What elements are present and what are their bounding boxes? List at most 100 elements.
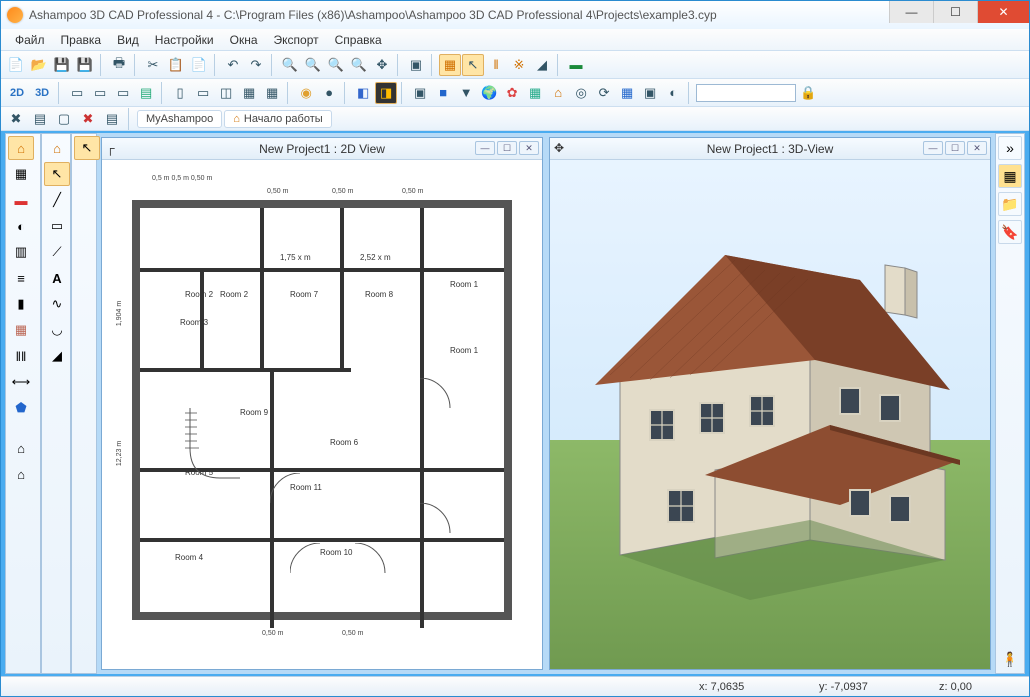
undo-icon[interactable]: ↶ [222,54,244,76]
pane-min-icon[interactable]: — [923,141,943,155]
pan-icon[interactable]: ✥ [371,54,393,76]
camera-icon[interactable]: ◎ [570,82,592,104]
earth-icon[interactable]: 🌍 [478,82,500,104]
curve-icon[interactable]: ∿ [44,292,70,316]
chart-icon[interactable]: ▦ [616,82,638,104]
dimension-icon[interactable]: ⟷ [8,370,34,394]
viewport-3d[interactable] [550,160,990,669]
cut-icon[interactable]: ✂ [142,54,164,76]
menu-settings[interactable]: Настройки [149,31,220,49]
wrench-icon[interactable]: ▤ [29,108,51,130]
view-front-icon[interactable]: ▭ [89,82,111,104]
person-icon[interactable]: 🧍 [998,647,1022,671]
brick-icon[interactable]: ▦ [8,318,34,342]
layer-combo[interactable] [696,84,796,102]
arc-icon[interactable]: ◡ [44,318,70,342]
getstarted-link[interactable]: ⌂ Начало работы [224,110,331,128]
paste-icon[interactable]: 📄 [188,54,210,76]
open-file-icon[interactable]: 📂 [28,54,50,76]
menu-file[interactable]: Файл [9,31,51,49]
expand-icon[interactable]: » [998,136,1022,160]
menu-help[interactable]: Справка [329,31,388,49]
new-file-icon[interactable]: 📄 [5,54,27,76]
menu-windows[interactable]: Окна [224,31,264,49]
pane-min-icon[interactable]: — [475,141,495,155]
polyline-icon[interactable]: ⟋ [44,240,70,264]
layer-toggle-icon[interactable]: ▣ [409,82,431,104]
layout-2h-icon[interactable]: ▭ [192,82,214,104]
folder-icon[interactable]: 📁 [998,192,1022,216]
tools-icon[interactable]: ✖ [5,108,27,130]
layout-4-icon[interactable]: ▦ [261,82,283,104]
zoom-fit-icon[interactable]: 🔍 [325,54,347,76]
home-icon[interactable]: ⌂ [547,82,569,104]
door-icon[interactable]: ◐ [8,214,34,238]
snap-icon[interactable]: ※ [508,54,530,76]
rect-icon[interactable]: ▭ [44,214,70,238]
minimize-button[interactable]: ― [889,1,933,23]
render-icon[interactable]: ◉ [295,82,317,104]
shape-icon[interactable]: ◢ [44,344,70,368]
zoom-in-icon[interactable]: 🔍 [279,54,301,76]
redo-icon[interactable]: ↷ [245,54,267,76]
print-icon[interactable]: 🖶 [108,54,130,76]
sun-icon[interactable]: ▣ [639,82,661,104]
layers-icon[interactable]: ▤ [135,82,157,104]
grid-tool-icon[interactable]: ▦ [8,162,34,186]
fullscreen-icon[interactable]: ▣ [405,54,427,76]
copy-icon[interactable]: 📋 [165,54,187,76]
fence-icon[interactable]: ▦ [524,82,546,104]
pane-max-icon[interactable]: ☐ [945,141,965,155]
viewport-2d[interactable]: 0,5 m 0,5 m 0,50 m 0,50 m 0,50 m 0,50 m … [102,160,542,669]
lock-icon[interactable]: 🔒 [797,82,819,104]
clock-icon[interactable]: ◐ [662,82,684,104]
pane-close-icon[interactable]: ✕ [967,141,987,155]
angle-icon[interactable]: ◢ [531,54,553,76]
maximize-button[interactable]: ☐ [933,1,977,23]
shield-icon[interactable]: ⬟ [8,396,34,420]
catalog-icon[interactable]: ▦ [998,164,1022,188]
close-button[interactable]: ✕ [977,1,1029,23]
sphere-icon[interactable]: ● [318,82,340,104]
column-icon[interactable]: ▮ [8,292,34,316]
layout-3-icon[interactable]: ▦ [238,82,260,104]
layout-1-icon[interactable]: ▯ [169,82,191,104]
save-as-icon[interactable]: 💾 [74,54,96,76]
layout-2v-icon[interactable]: ◫ [215,82,237,104]
stairs-icon[interactable]: ≡ [8,266,34,290]
myashampoo-link[interactable]: MyAshampoo [137,110,222,128]
delete-icon[interactable]: ✖ [77,108,99,130]
house2-icon[interactable]: ⌂ [44,136,70,160]
orbit-corner-icon[interactable]: ✥ [554,141,564,155]
zoom-out-icon[interactable]: 🔍 [302,54,324,76]
texture-icon[interactable]: ▼ [455,82,477,104]
tree-icon[interactable]: ✿ [501,82,523,104]
tag-icon[interactable]: 🔖 [998,220,1022,244]
save-icon[interactable]: 💾 [51,54,73,76]
railing-icon[interactable]: ‖‖ [8,344,34,368]
cube-icon[interactable]: ◧ [352,82,374,104]
calc-icon[interactable]: ▤ [101,108,123,130]
material-icon[interactable]: ◨ [375,82,397,104]
house-tool-icon[interactable]: ⌂ [8,136,34,160]
pane-max-icon[interactable]: ☐ [497,141,517,155]
ruler-corner-icon[interactable]: ┌ [106,141,115,155]
box-icon[interactable]: ▢ [53,108,75,130]
select-icon[interactable]: ↖ [462,54,484,76]
view-side-icon[interactable]: ▭ [112,82,134,104]
menu-export[interactable]: Экспорт [268,31,325,49]
window-icon[interactable]: ▥ [8,240,34,264]
pointer-icon[interactable]: ↖ [44,162,70,186]
orbit-icon[interactable]: ⟳ [593,82,615,104]
zoom-window-icon[interactable]: 🔍 [348,54,370,76]
grid-icon[interactable]: ▦ [439,54,461,76]
section-icon[interactable]: ⌂ [8,436,34,460]
text-icon[interactable]: A [44,266,70,290]
view-top-icon[interactable]: ▭ [66,82,88,104]
menu-edit[interactable]: Правка [55,31,108,49]
wall-tool-icon[interactable]: ▬ [565,54,587,76]
mode-3d-button[interactable]: 3D [30,82,54,104]
menu-view[interactable]: Вид [111,31,145,49]
wall-red-icon[interactable]: ▬ [8,188,34,212]
guide-v-icon[interactable]: ‖ [485,54,507,76]
